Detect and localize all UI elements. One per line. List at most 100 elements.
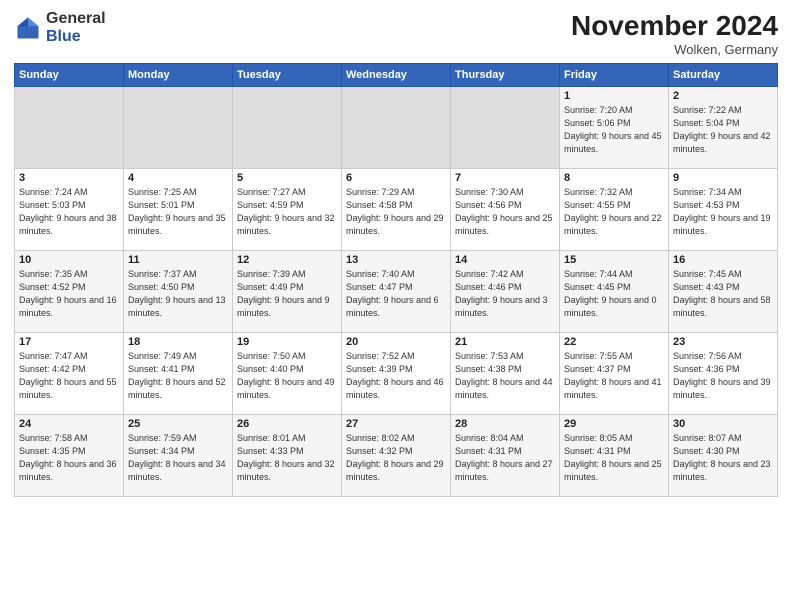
day-info: Sunrise: 7:34 AM Sunset: 4:53 PM Dayligh… [673,186,773,238]
calendar-cell: 1 Sunrise: 7:20 AM Sunset: 5:06 PM Daylig… [560,87,669,169]
calendar-cell: 5 Sunrise: 7:27 AM Sunset: 4:59 PM Daylig… [233,169,342,251]
day-info: Sunrise: 7:49 AM Sunset: 4:41 PM Dayligh… [128,350,228,402]
logo-general: General [46,10,106,27]
calendar-cell: 13 Sunrise: 7:40 AM Sunset: 4:47 PM Dayli… [342,251,451,333]
day-info: Sunrise: 7:27 AM Sunset: 4:59 PM Dayligh… [237,186,337,238]
day-info: Sunrise: 8:07 AM Sunset: 4:30 PM Dayligh… [673,432,773,484]
day-number: 23 [673,336,773,348]
day-number: 12 [237,254,337,266]
day-info: Sunrise: 7:58 AM Sunset: 4:35 PM Dayligh… [19,432,119,484]
day-number: 18 [128,336,228,348]
calendar-cell: 7 Sunrise: 7:30 AM Sunset: 4:56 PM Daylig… [451,169,560,251]
calendar-cell: 21 Sunrise: 7:53 AM Sunset: 4:38 PM Dayli… [451,333,560,415]
location: Wolken, Germany [571,42,778,57]
day-info: Sunrise: 7:50 AM Sunset: 4:40 PM Dayligh… [237,350,337,402]
calendar-cell: 8Sunrise: 7:32 AM Sunset: 4:55 PM Daylig… [560,169,669,251]
col-friday: Friday [560,64,669,87]
calendar-cell: 18 Sunrise: 7:49 AM Sunset: 4:41 PM Dayli… [124,333,233,415]
calendar-cell [451,87,560,169]
calendar-table: Sunday Monday Tuesday Wednesday Thursday… [14,63,778,497]
page-header: General Blue November 2024 Wolken, Germa… [14,10,778,57]
day-info: Sunrise: 7:56 AM Sunset: 4:36 PM Dayligh… [673,350,773,402]
day-number: 13 [346,254,446,266]
day-info: Sunrise: 7:30 AM Sunset: 4:56 PM Dayligh… [455,186,555,238]
calendar-cell: 2 Sunrise: 7:22 AM Sunset: 5:04 PM Daylig… [669,87,778,169]
col-saturday: Saturday [669,64,778,87]
day-info: Sunrise: 7:53 AM Sunset: 4:38 PM Dayligh… [455,350,555,402]
day-number: 19 [237,336,337,348]
title-block: November 2024 Wolken, Germany [571,10,778,57]
calendar-cell: 24 Sunrise: 7:58 AM Sunset: 4:35 PM Dayli… [15,415,124,497]
day-info: Sunrise: 7:52 AM Sunset: 4:39 PM Dayligh… [346,350,446,402]
day-info: Sunrise: 7:22 AM Sunset: 5:04 PM Dayligh… [673,104,773,156]
day-info: Sunrise: 7:59 AM Sunset: 4:34 PM Dayligh… [128,432,228,484]
day-info: Sunrise: 7:55 AM Sunset: 4:37 PM Dayligh… [564,350,664,402]
calendar-cell: 15Sunrise: 7:44 AM Sunset: 4:45 PM Dayli… [560,251,669,333]
day-number: 29 [564,418,664,430]
calendar-cell: 28 Sunrise: 8:04 AM Sunset: 4:31 PM Dayli… [451,415,560,497]
col-thursday: Thursday [451,64,560,87]
day-number: 6 [346,172,446,184]
calendar-cell [124,87,233,169]
day-info: Sunrise: 7:20 AM Sunset: 5:06 PM Dayligh… [564,104,664,156]
day-number: 11 [128,254,228,266]
day-info: Sunrise: 7:29 AM Sunset: 4:58 PM Dayligh… [346,186,446,238]
calendar-cell: 26 Sunrise: 8:01 AM Sunset: 4:33 PM Dayli… [233,415,342,497]
calendar-cell: 9 Sunrise: 7:34 AM Sunset: 4:53 PM Daylig… [669,169,778,251]
calendar-cell: 12 Sunrise: 7:39 AM Sunset: 4:49 PM Dayli… [233,251,342,333]
day-info: Sunrise: 7:25 AM Sunset: 5:01 PM Dayligh… [128,186,228,238]
day-number: 14 [455,254,555,266]
col-wednesday: Wednesday [342,64,451,87]
day-info: Sunrise: 7:39 AM Sunset: 4:49 PM Dayligh… [237,268,337,320]
calendar-cell: 19 Sunrise: 7:50 AM Sunset: 4:40 PM Dayli… [233,333,342,415]
logo-text: General Blue [46,10,106,45]
day-info: Sunrise: 7:45 AM Sunset: 4:43 PM Dayligh… [673,268,773,320]
col-monday: Monday [124,64,233,87]
logo: General Blue [14,10,106,45]
day-number: 21 [455,336,555,348]
calendar-week-row: 17 Sunrise: 7:47 AM Sunset: 4:42 PM Dayli… [15,333,778,415]
day-number: 30 [673,418,773,430]
calendar-cell [342,87,451,169]
col-tuesday: Tuesday [233,64,342,87]
calendar-cell [15,87,124,169]
page-container: General Blue November 2024 Wolken, Germa… [0,0,792,503]
calendar-cell: 23 Sunrise: 7:56 AM Sunset: 4:36 PM Dayli… [669,333,778,415]
col-sunday: Sunday [15,64,124,87]
day-number: 16 [673,254,773,266]
day-number: 24 [19,418,119,430]
day-number: 27 [346,418,446,430]
day-number: 25 [128,418,228,430]
day-info: Sunrise: 8:04 AM Sunset: 4:31 PM Dayligh… [455,432,555,484]
calendar-cell: 30 Sunrise: 8:07 AM Sunset: 4:30 PM Dayli… [669,415,778,497]
logo-icon [14,14,42,42]
day-info: Sunrise: 8:05 AM Sunset: 4:31 PM Dayligh… [564,432,664,484]
day-number: 9 [673,172,773,184]
calendar-cell: 3Sunrise: 7:24 AM Sunset: 5:03 PM Daylig… [15,169,124,251]
day-number: 3 [19,172,119,184]
calendar-week-row: 10Sunrise: 7:35 AM Sunset: 4:52 PM Dayli… [15,251,778,333]
day-number: 5 [237,172,337,184]
calendar-cell [233,87,342,169]
day-number: 17 [19,336,119,348]
calendar-cell: 29 Sunrise: 8:05 AM Sunset: 4:31 PM Dayli… [560,415,669,497]
calendar-week-row: 3Sunrise: 7:24 AM Sunset: 5:03 PM Daylig… [15,169,778,251]
day-info: Sunrise: 8:02 AM Sunset: 4:32 PM Dayligh… [346,432,446,484]
calendar-cell: 14Sunrise: 7:42 AM Sunset: 4:46 PM Dayli… [451,251,560,333]
calendar-cell: 6 Sunrise: 7:29 AM Sunset: 4:58 PM Daylig… [342,169,451,251]
day-number: 7 [455,172,555,184]
day-info: Sunrise: 7:40 AM Sunset: 4:47 PM Dayligh… [346,268,446,320]
day-info: Sunrise: 7:47 AM Sunset: 4:42 PM Dayligh… [19,350,119,402]
calendar-cell: 16 Sunrise: 7:45 AM Sunset: 4:43 PM Dayli… [669,251,778,333]
day-number: 2 [673,90,773,102]
day-number: 1 [564,90,664,102]
day-info: Sunrise: 7:44 AM Sunset: 4:45 PM Dayligh… [564,268,664,320]
calendar-cell: 25 Sunrise: 7:59 AM Sunset: 4:34 PM Dayli… [124,415,233,497]
day-info: Sunrise: 8:01 AM Sunset: 4:33 PM Dayligh… [237,432,337,484]
calendar-cell: 11Sunrise: 7:37 AM Sunset: 4:50 PM Dayli… [124,251,233,333]
day-number: 8 [564,172,664,184]
calendar-cell: 22Sunrise: 7:55 AM Sunset: 4:37 PM Dayli… [560,333,669,415]
calendar-cell: 20Sunrise: 7:52 AM Sunset: 4:39 PM Dayli… [342,333,451,415]
day-number: 28 [455,418,555,430]
day-number: 26 [237,418,337,430]
